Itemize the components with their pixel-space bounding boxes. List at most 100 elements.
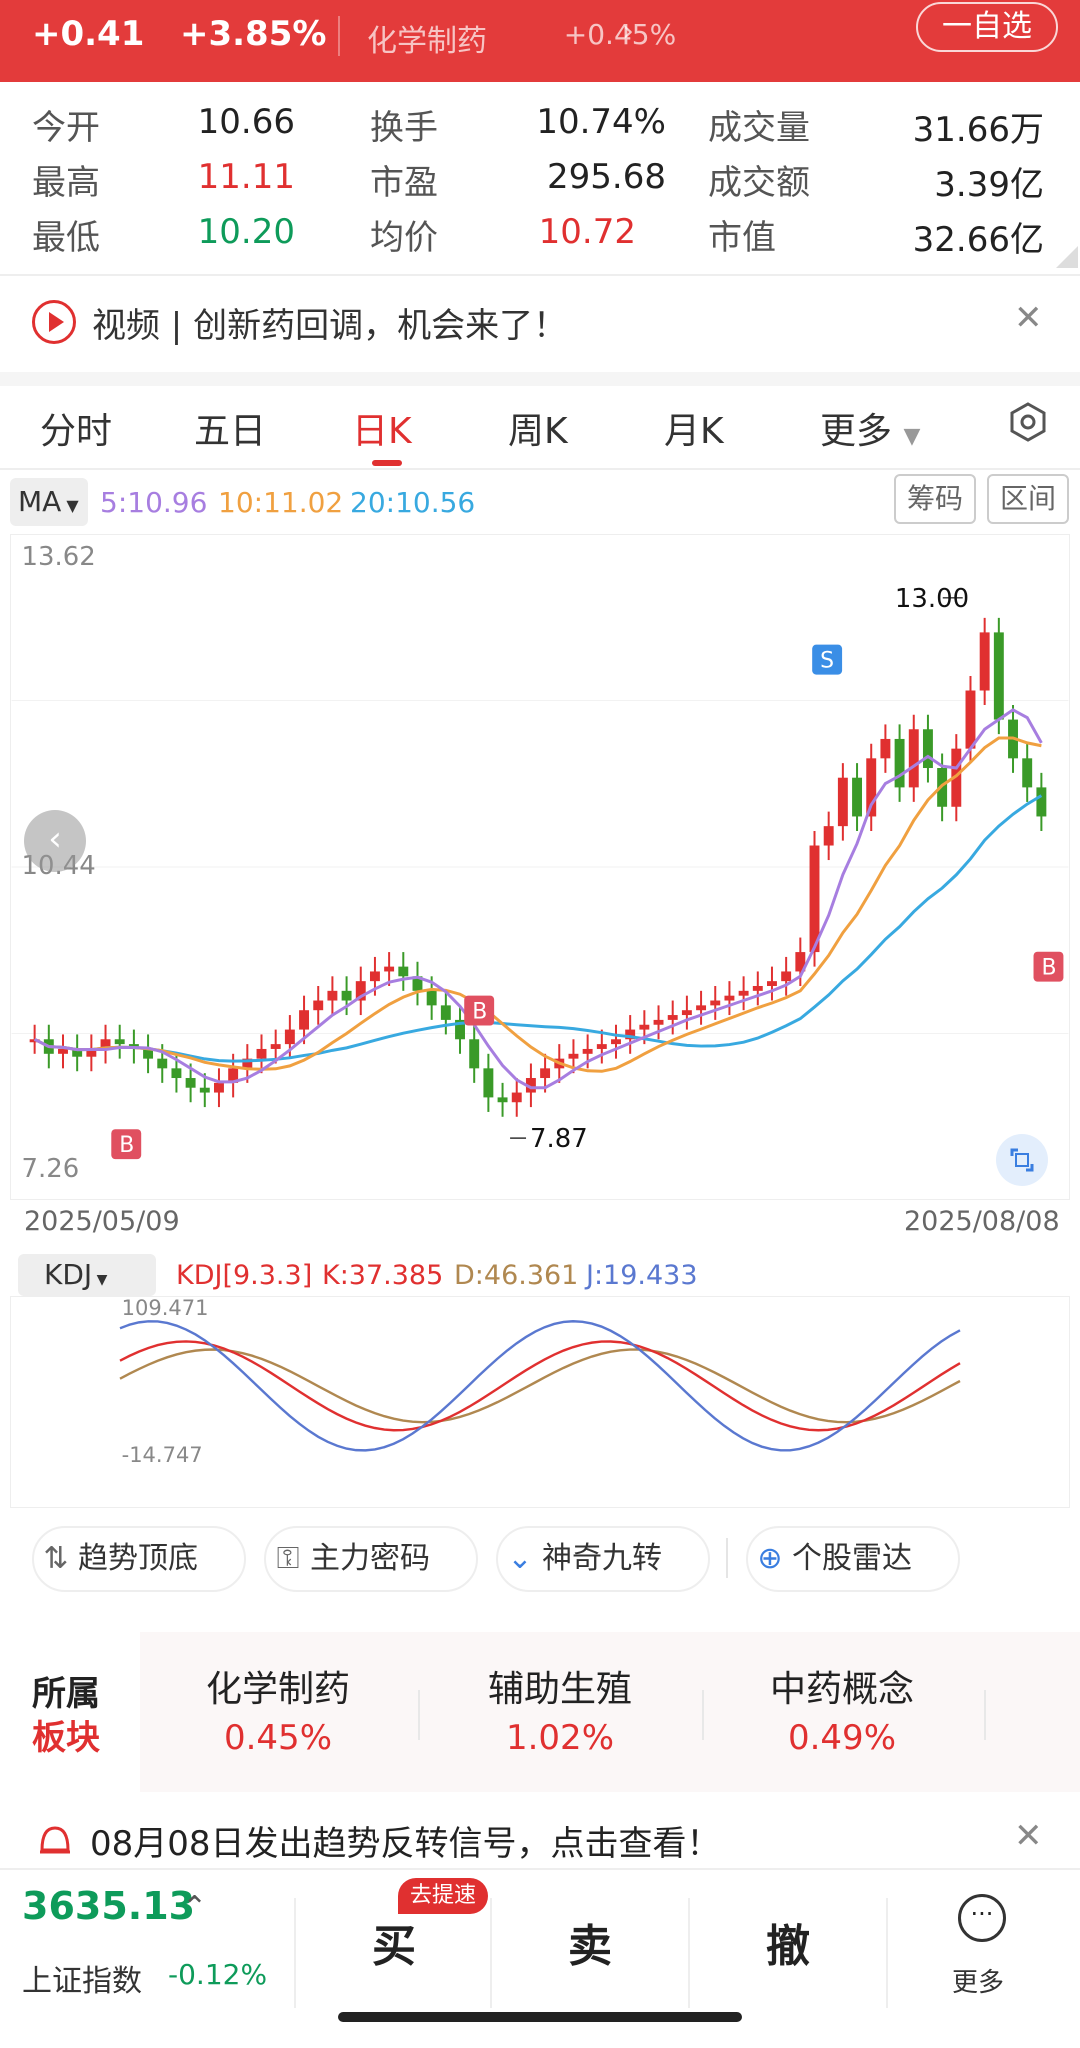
stat-label: 今开	[32, 108, 100, 148]
candle-body	[327, 990, 338, 1001]
index-value[interactable]: 3635.13	[22, 1884, 195, 1928]
speed-up-badge[interactable]: 去提速	[398, 1878, 488, 1914]
chevron-up-icon[interactable]: ⌃	[182, 1890, 207, 1925]
buy-signal-label: B	[1041, 956, 1056, 981]
sector-item-name[interactable]: 中药概念	[732, 1660, 952, 1712]
tool-label: 个股雷达	[792, 1541, 912, 1576]
candle-body	[752, 985, 763, 991]
ma5-line	[33, 708, 1043, 1090]
tab-intraday[interactable]: 分时	[40, 402, 112, 454]
candle-body	[823, 826, 834, 846]
more-icon[interactable]: ···	[958, 1894, 1006, 1942]
ma-btn-label: MA	[18, 485, 62, 518]
trend-signal-banner[interactable]: 08月08日发出趋势反转信号，点击查看！ ✕	[0, 1808, 1080, 1872]
zigzag-icon: ⌄	[507, 1541, 533, 1576]
candle-body	[313, 1000, 324, 1011]
tab-five-day[interactable]: 五日	[194, 402, 266, 454]
buy-signal-label: B	[119, 1133, 134, 1158]
sector-item-pct[interactable]: 0.45%	[168, 1718, 388, 1758]
candle-body	[639, 1024, 650, 1030]
index-name[interactable]: 上证指数	[22, 1956, 142, 2000]
top-quote-bar: +0.41 +3.85% 化学制药 +0.45% › 一自选	[0, 0, 1080, 82]
buy-button[interactable]: 买	[334, 1910, 454, 1974]
expand-corner-icon[interactable]	[1056, 246, 1078, 268]
chevron-right-icon[interactable]: ›	[622, 14, 634, 49]
tool-label: 主力密码	[310, 1541, 430, 1576]
candle-body	[185, 1078, 196, 1088]
kdj-k-value: K:37.385	[322, 1260, 444, 1291]
sector-item-name[interactable]: 辅助生殖	[450, 1660, 670, 1712]
sector-item-pct[interactable]: 0.49%	[732, 1718, 952, 1758]
tool-label: 神奇九转	[542, 1541, 662, 1576]
candle-body	[979, 632, 990, 691]
sector-item-pct[interactable]: 1.02%	[450, 1718, 670, 1758]
sell-button[interactable]: 卖	[530, 1910, 650, 1974]
divider	[984, 1690, 986, 1740]
ma20-line	[33, 794, 1043, 1063]
stat-value: 295.68	[547, 157, 666, 197]
sector-link-pct[interactable]: +0.45%	[510, 18, 730, 51]
tab-monthly-k[interactable]: 月K	[664, 402, 724, 454]
candle-body	[724, 995, 735, 1001]
divider	[702, 1690, 704, 1740]
range-button[interactable]: 区间	[987, 474, 1069, 524]
candle-body	[256, 1048, 267, 1059]
divider	[294, 1898, 296, 2008]
video-banner-text: 视频 | 创新药回调，机会来了！	[92, 306, 568, 346]
candle-body	[440, 1005, 451, 1020]
trend-top-bottom-button[interactable]: ⇅ 趋势顶底	[32, 1526, 246, 1592]
tool-chips: ⇅ 趋势顶底 ⚿ 主力密码 ⌄ 神奇九转 ⊕ 个股雷达	[0, 1526, 1080, 1602]
buy-signal-label: B	[472, 1000, 487, 1025]
tab-weekly-k[interactable]: 周K	[508, 402, 568, 454]
candle-body	[767, 981, 777, 986]
close-icon[interactable]: ✕	[1014, 1816, 1043, 1856]
fullscreen-icon[interactable]	[996, 1134, 1048, 1186]
main-force-code-button[interactable]: ⚿ 主力密码	[264, 1526, 478, 1592]
sell-signal-label: S	[820, 649, 834, 674]
stat-label: 最低	[32, 218, 100, 258]
signal-banner-text: 08月08日发出趋势反转信号，点击查看！	[90, 1824, 721, 1864]
video-banner[interactable]: 视频 | 创新药回调，机会来了！ ✕	[0, 286, 1080, 360]
sector-link-name[interactable]: 化学制药	[367, 16, 487, 60]
ma-indicator-select[interactable]: MA ▼	[10, 478, 88, 526]
y-min-label: 7.26	[22, 1154, 80, 1184]
stat-label: 均价	[370, 218, 438, 258]
stat-label: 最高	[32, 163, 100, 203]
stat-value: 10.72	[538, 212, 636, 252]
settings-icon[interactable]	[1008, 402, 1048, 442]
high-mark-label: 13.00	[895, 584, 969, 614]
back-arrow-icon[interactable]: ‹	[24, 810, 86, 872]
stat-value: 10.74%	[536, 102, 666, 142]
candle-body	[540, 1068, 551, 1079]
add-watchlist-button[interactable]: 一自选	[916, 2, 1058, 52]
caret-down-icon: ▼	[903, 424, 921, 449]
stat-value: 32.66亿	[912, 220, 1044, 260]
tab-daily-k[interactable]: 日K	[352, 402, 412, 454]
chip-button[interactable]: 筹码	[894, 474, 976, 524]
more-button-label[interactable]: 更多	[952, 1962, 1004, 1999]
ma10-line	[33, 736, 1042, 1073]
candle-body	[341, 990, 352, 1001]
cancel-order-button[interactable]: 撤	[728, 1910, 848, 1974]
candle-body	[511, 1092, 522, 1103]
play-icon	[32, 300, 76, 344]
caret-down-icon: ▼	[92, 1272, 108, 1288]
candle-body	[384, 966, 395, 972]
kdj-y-max: 109.471	[122, 1296, 209, 1320]
kdj-d-line	[119, 1348, 961, 1424]
tab-more[interactable]: 更多 ▼	[820, 402, 920, 454]
candle-body	[114, 1039, 125, 1045]
stock-radar-button[interactable]: ⊕ 个股雷达	[746, 1526, 960, 1592]
kdj-btn-label: KDJ	[44, 1258, 93, 1291]
candlestick-chart[interactable]: 13.62 10.44 7.26 13.00 7.87 S B B B	[10, 534, 1070, 1200]
sector-item-name[interactable]: 化学制药	[168, 1660, 388, 1712]
divider	[338, 16, 340, 56]
close-icon[interactable]: ✕	[1014, 298, 1043, 338]
candle-body	[1022, 758, 1033, 788]
kdj-chart[interactable]: 109.471 -14.747	[10, 1296, 1070, 1508]
magic-nine-turn-button[interactable]: ⌄ 神奇九转	[496, 1526, 710, 1592]
divider	[0, 372, 1080, 386]
kdj-indicator-select[interactable]: KDJ ▼	[18, 1254, 156, 1296]
kdj-j-line	[119, 1320, 961, 1452]
divider	[688, 1898, 690, 2008]
